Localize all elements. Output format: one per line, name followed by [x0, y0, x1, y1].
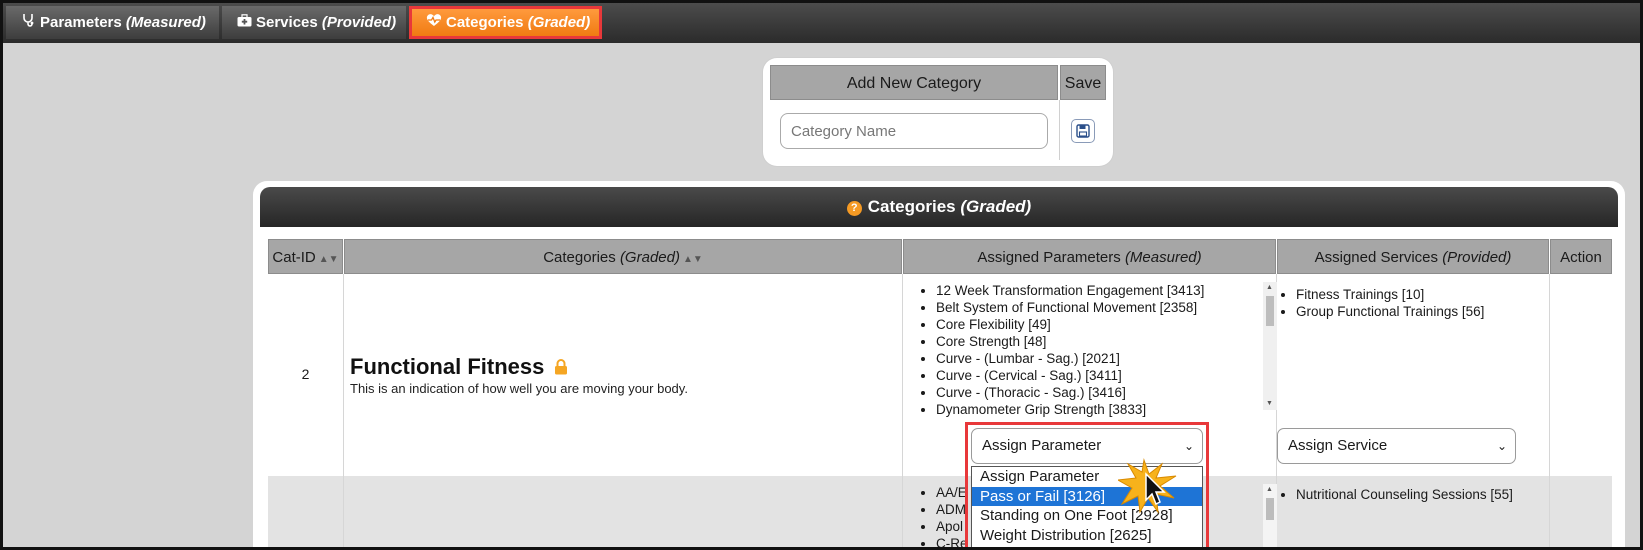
cell-divider: [902, 476, 903, 547]
column-qualifier: (Provided): [1442, 249, 1512, 266]
assign-service-select[interactable]: Assign Service ⌄: [1277, 428, 1516, 464]
tab-label: Parameters: [40, 14, 122, 31]
column-header-assigned-services: Assigned Services (Provided): [1277, 239, 1549, 274]
scroll-down-icon[interactable]: ▼: [1266, 400, 1273, 408]
mouse-cursor: [1116, 458, 1182, 521]
table-row: AA/E ADM Apol C-Re ▲ Nutritional Counsel…: [268, 476, 1612, 547]
tab-label: Services: [256, 14, 318, 31]
cell-divider: [1549, 476, 1550, 547]
tab-qualifier: (Measured): [125, 14, 206, 31]
assigned-services-list: Fitness Trainings [10] Group Functional …: [1276, 286, 1484, 320]
column-label: Assigned Parameters: [977, 249, 1121, 266]
panel-header: ? Categories (Graded): [260, 187, 1618, 227]
list-item: Core Strength [48]: [936, 333, 1204, 350]
list-item: Apol: [936, 518, 968, 535]
column-qualifier: (Measured): [1124, 249, 1202, 266]
column-label: Action: [1560, 249, 1602, 266]
column-label: Cat-ID: [272, 249, 316, 266]
category-name-input[interactable]: [780, 113, 1048, 149]
list-item: Nutritional Counseling Sessions [55]: [1296, 486, 1513, 503]
tab-categories[interactable]: Categories (Graded): [409, 6, 602, 39]
select-value: Assign Service: [1288, 437, 1388, 454]
help-icon[interactable]: ?: [846, 201, 862, 216]
save-header: Save: [1060, 65, 1106, 100]
list-item: Curve - (Lumbar - Sag.) [2021]: [936, 350, 1204, 367]
app-window: Parameters (Measured) Services (Provided…: [0, 0, 1643, 550]
sort-icon: ▲▼: [682, 254, 703, 265]
list-item: C-Re: [936, 535, 968, 547]
assigned-services-list: Nutritional Counseling Sessions [55]: [1276, 486, 1513, 503]
list-item: Fitness Trainings [10]: [1296, 286, 1484, 303]
parameter-list: 12 Week Transformation Engagement [3413]…: [916, 282, 1204, 418]
table-row: 2 Functional Fitness This is an indicati…: [268, 274, 1612, 547]
tab-services[interactable]: Services (Provided): [222, 6, 406, 39]
category-name-text: Functional Fitness: [350, 354, 545, 379]
cell-divider: [1549, 274, 1550, 476]
column-header-assigned-parameters: Assigned Parameters (Measured): [903, 239, 1276, 274]
column-header-action: Action: [1550, 239, 1612, 274]
cell-divider: [343, 476, 344, 547]
list-item: Curve - (Cervical - Sag.) [3411]: [936, 367, 1204, 384]
list-item: AA/E: [936, 484, 968, 501]
column-label: Assigned Services: [1314, 249, 1439, 266]
tab-qualifier: (Graded): [527, 14, 591, 31]
scroll-up-icon[interactable]: ▲: [1266, 284, 1273, 292]
sort-icon: ▲▼: [318, 254, 339, 265]
tab-parameters[interactable]: Parameters (Measured): [6, 6, 219, 39]
floppy-disk-icon: [1076, 124, 1090, 138]
list-item: Core Flexibility [49]: [936, 316, 1204, 333]
cell-divider: [902, 274, 903, 476]
column-header-cat-id[interactable]: Cat-ID ▲▼: [268, 239, 343, 274]
tab-qualifier: (Provided): [321, 14, 397, 31]
cell-divider: [343, 274, 344, 476]
add-category-header: Add New Category: [770, 65, 1058, 100]
category-name: Functional Fitness: [350, 354, 568, 381]
panel-title-qualifier: (Graded): [960, 197, 1032, 216]
heart-pulse-icon: [426, 9, 442, 36]
column-qualifier: (Graded): [619, 249, 680, 266]
column-header-categories[interactable]: Categories (Graded) ▲▼: [344, 239, 902, 274]
category-description: This is an indication of how well you ar…: [350, 381, 688, 396]
parameter-list: AA/E ADM Apol C-Re: [916, 484, 968, 547]
lock-icon: [554, 355, 568, 381]
chevron-down-icon: ⌄: [1496, 439, 1507, 453]
scrollbar-thumb[interactable]: [1266, 296, 1274, 326]
list-item: Curve - (Thoracic - Sag.) [3416]: [936, 384, 1204, 401]
assigned-parameters-list[interactable]: 12 Week Transformation Engagement [3413]…: [908, 282, 1260, 420]
save-button[interactable]: [1071, 119, 1095, 143]
panel-title: Categories: [867, 197, 956, 216]
list-item: Group Functional Trainings [56]: [1296, 303, 1484, 320]
stethoscope-icon: [20, 6, 36, 39]
tab-bar: Parameters (Measured) Services (Provided…: [3, 3, 1640, 43]
column-divider: [1059, 100, 1060, 160]
tab-label: Categories: [446, 14, 524, 31]
category-id: 2: [301, 366, 310, 382]
list-item: Dynamometer Grip Strength [3833]: [936, 401, 1204, 418]
add-category-box: Add New Category Save: [763, 58, 1113, 166]
parameters-scrollbar[interactable]: ▲: [1263, 484, 1277, 547]
column-label: Categories: [543, 249, 616, 266]
scrollbar-thumb[interactable]: [1266, 498, 1274, 520]
list-item: ADM: [936, 501, 968, 518]
medical-kit-icon: [236, 6, 252, 39]
click-burst-icon: [1116, 458, 1177, 514]
scroll-up-icon[interactable]: ▲: [1266, 486, 1273, 494]
list-item: 12 Week Transformation Engagement [3413]: [936, 282, 1204, 299]
list-item: Belt System of Functional Movement [2358…: [936, 299, 1204, 316]
categories-panel: ? Categories (Graded) Cat-ID ▲▼ Categories…: [253, 181, 1625, 547]
parameters-scrollbar[interactable]: ▲ ▼: [1263, 282, 1277, 410]
